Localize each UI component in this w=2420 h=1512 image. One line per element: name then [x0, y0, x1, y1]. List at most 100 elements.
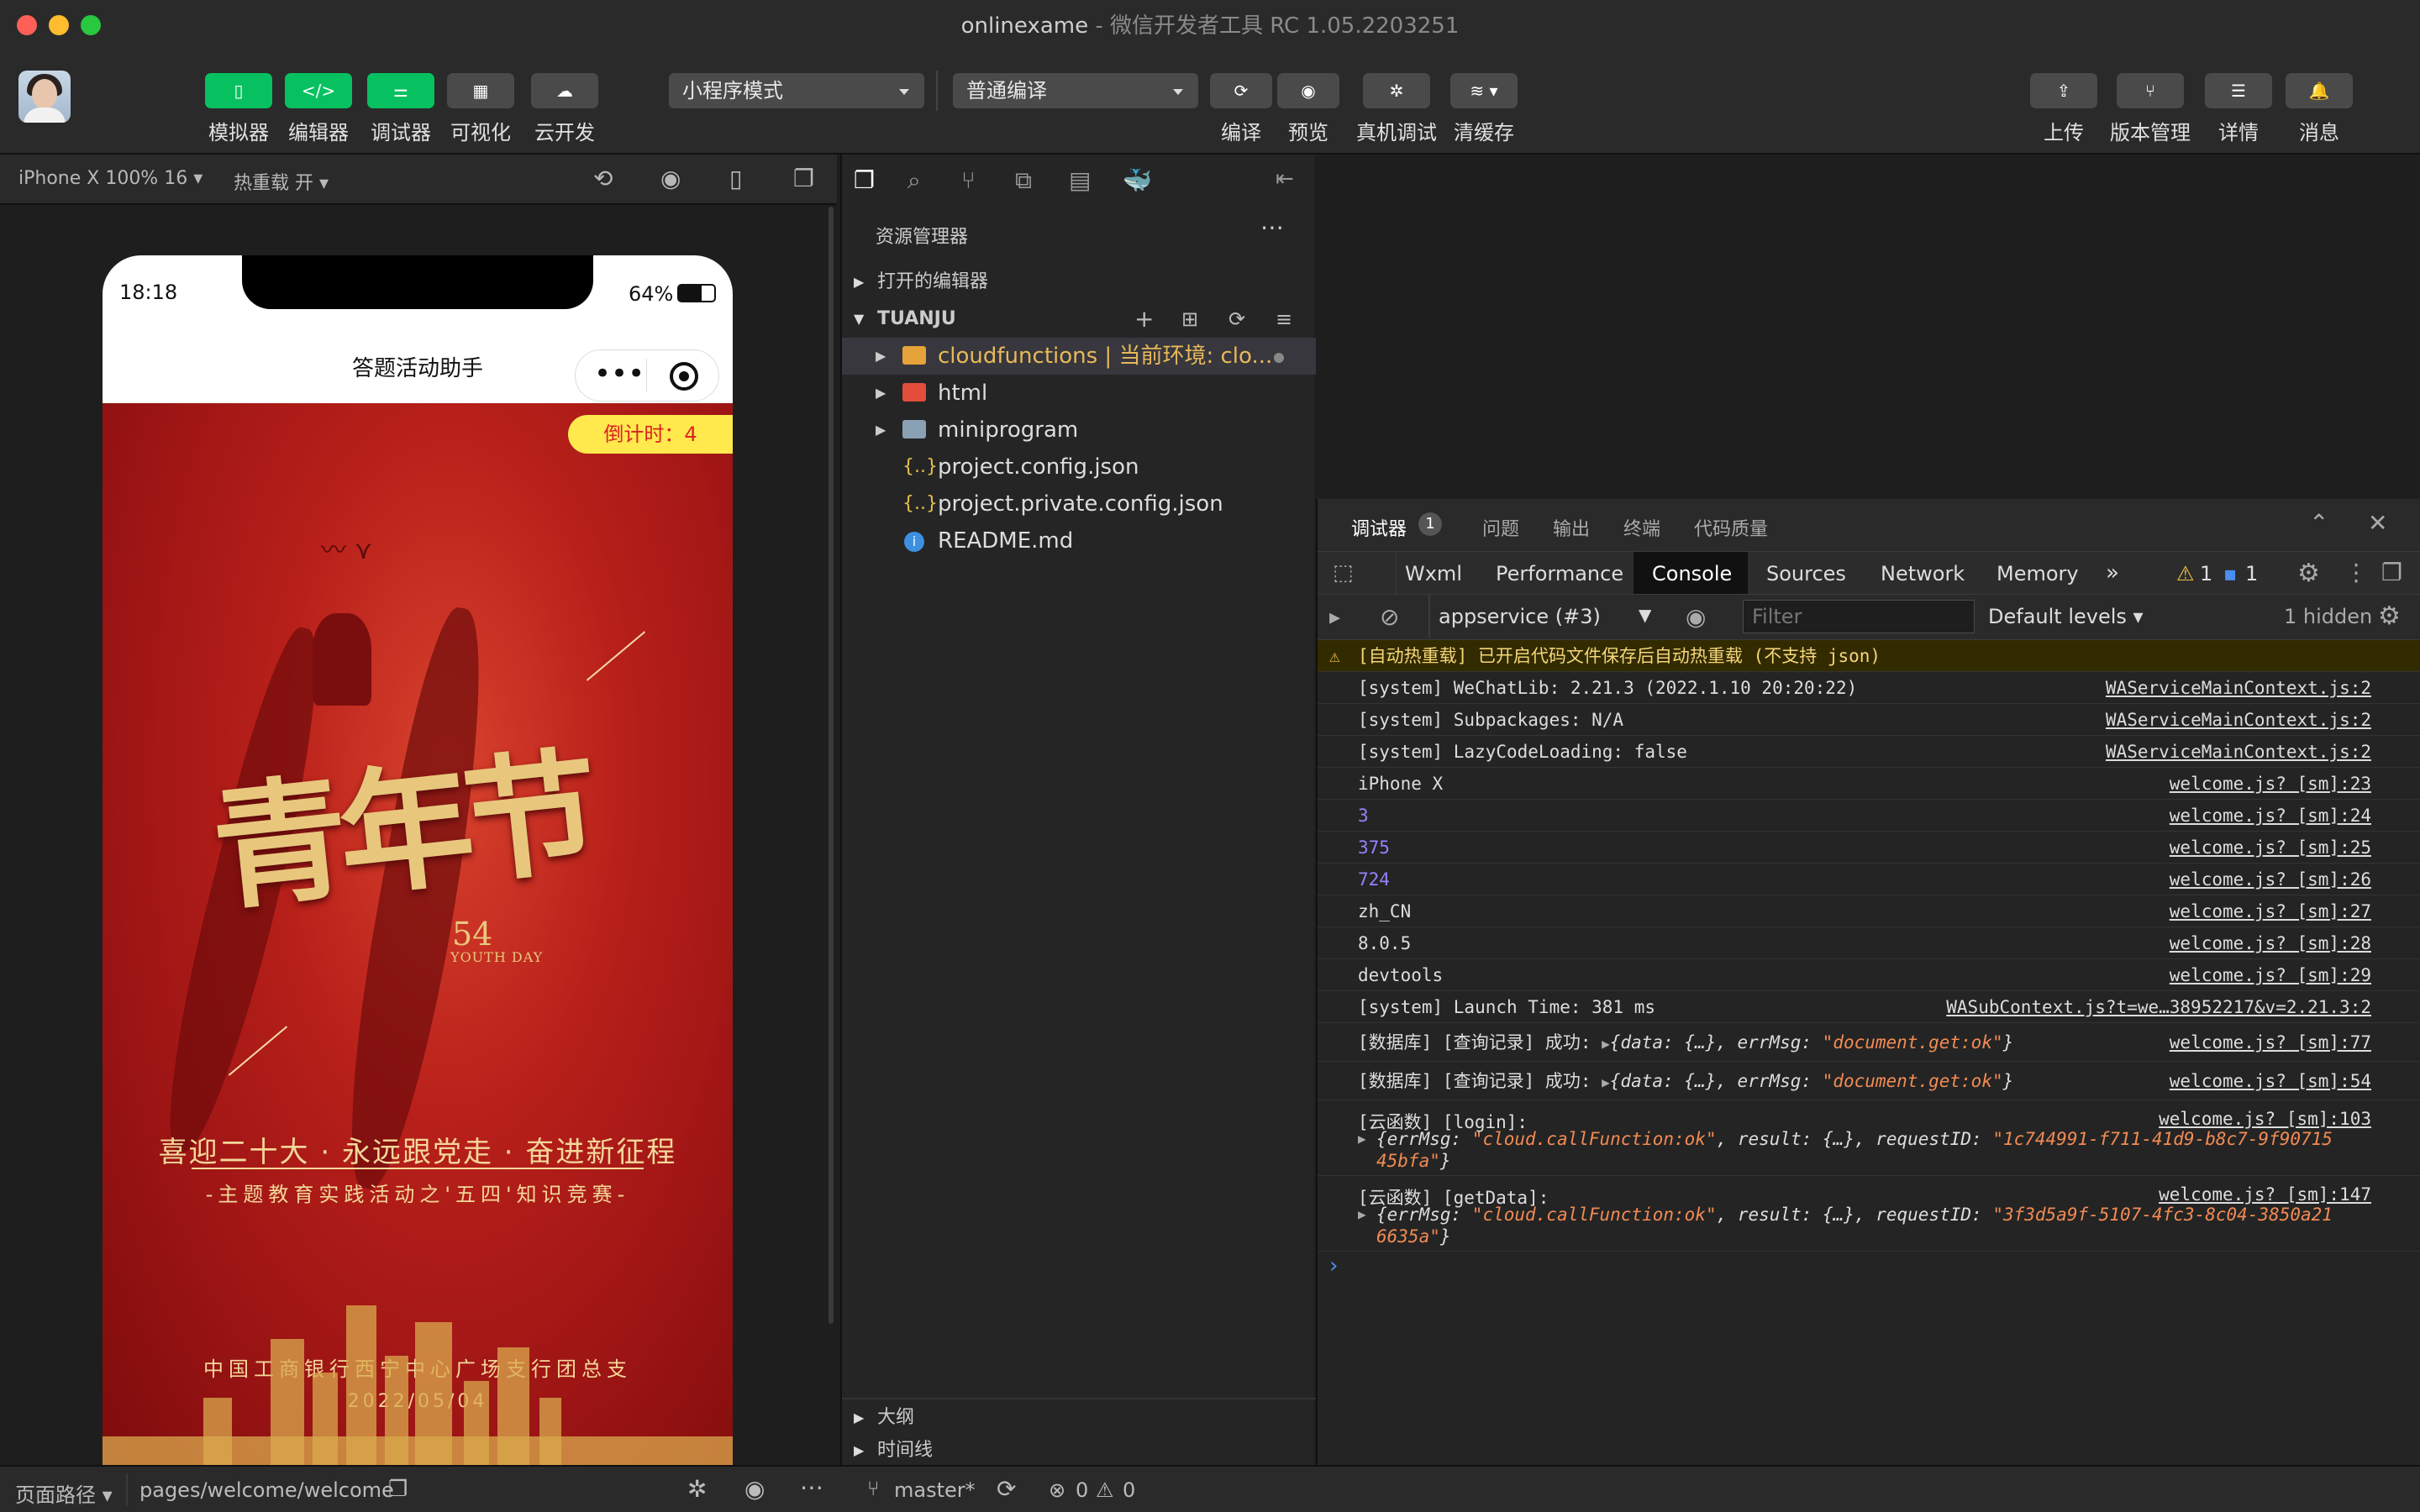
more-icon[interactable]: ⋯: [800, 1473, 823, 1501]
kebab-menu-icon[interactable]: ⋮: [2344, 559, 2368, 586]
details-button[interactable]: ☰: [2205, 73, 2272, 108]
console-prompt[interactable]: ›: [1329, 1253, 1338, 1278]
source-link[interactable]: WAServiceMainContext.js:2: [2106, 736, 2371, 768]
eye-icon[interactable]: ◉: [744, 1475, 765, 1503]
files-icon[interactable]: ❐: [854, 166, 875, 194]
extensions-icon[interactable]: ⧉: [1015, 166, 1032, 195]
source-link[interactable]: welcome.js? [sm]:24: [2170, 800, 2371, 832]
more-tabs-icon[interactable]: »: [2106, 560, 2119, 585]
copy-icon[interactable]: ❐: [388, 1477, 408, 1502]
tree-item-readme[interactable]: i README.md: [842, 522, 1316, 559]
collapse-sidebar-icon[interactable]: ⇤: [1276, 166, 1294, 192]
tab-problems[interactable]: 问题: [1482, 514, 1519, 541]
expand-triangle-icon[interactable]: ▶: [1358, 1131, 1366, 1147]
tree-item-cloudfunctions[interactable]: ▶ cloudfunctions | 当前环境: clo...: [842, 338, 1316, 375]
console-filter-input[interactable]: [1743, 600, 1975, 633]
tab-terminal[interactable]: 终端: [1623, 514, 1660, 541]
more-icon[interactable]: ⋯: [1260, 213, 1284, 241]
tree-item-html[interactable]: ▶ html: [842, 375, 1316, 412]
debugger-toggle-button[interactable]: ⚌: [367, 73, 434, 108]
source-link[interactable]: WAServiceMainContext.js:2: [2106, 672, 2371, 704]
sidebar-toggle-icon[interactable]: ▸: [1329, 605, 1340, 630]
tree-item-project-config[interactable]: {..} project.config.json: [842, 449, 1316, 486]
rotate-icon[interactable]: ⟲: [593, 165, 613, 192]
visual-toggle-button[interactable]: ▦: [447, 73, 514, 108]
tab-memory[interactable]: Memory: [1996, 562, 2079, 585]
expand-triangle-icon[interactable]: ▶: [1358, 1206, 1366, 1222]
tab-wxml[interactable]: Wxml: [1405, 562, 1462, 585]
close-mini-program-icon[interactable]: [670, 362, 698, 391]
tab-output[interactable]: 输出: [1553, 514, 1590, 541]
simulator-toggle-button[interactable]: ▯: [205, 73, 272, 108]
context-select[interactable]: appservice (#3): [1439, 605, 1601, 628]
open-editors-section[interactable]: ▶ 打开的编辑器: [842, 264, 1316, 301]
detach-window-icon[interactable]: ❐: [793, 165, 814, 192]
zoom-window-button[interactable]: [81, 15, 101, 35]
source-link[interactable]: welcome.js? [sm]:29: [2170, 959, 2371, 991]
refresh-icon[interactable]: ⟳: [1228, 301, 1245, 338]
sync-icon[interactable]: ⟳: [997, 1475, 1016, 1503]
source-link[interactable]: welcome.js? [sm]:147: [2159, 1184, 2371, 1205]
docker-icon[interactable]: 🐳: [1123, 166, 1152, 194]
error-count[interactable]: 0: [1076, 1478, 1088, 1502]
bug-icon[interactable]: ✲: [687, 1475, 707, 1503]
source-link[interactable]: welcome.js? [sm]:27: [2170, 895, 2371, 927]
gear-icon[interactable]: ⚙: [2297, 559, 2320, 588]
eye-icon[interactable]: ◉: [1686, 603, 1706, 631]
source-link[interactable]: welcome.js? [sm]:25: [2170, 832, 2371, 864]
source-link[interactable]: welcome.js? [sm]:26: [2170, 864, 2371, 895]
upload-button[interactable]: ⇪: [2030, 73, 2097, 108]
record-icon[interactable]: ◉: [660, 165, 681, 192]
source-link[interactable]: welcome.js? [sm]:103: [2159, 1109, 2371, 1129]
compile-select[interactable]: 普通编译: [953, 73, 1198, 108]
source-link[interactable]: WAServiceMainContext.js:2: [2106, 704, 2371, 736]
warning-count[interactable]: 0: [1123, 1478, 1135, 1502]
expand-triangle-icon[interactable]: ▶: [1602, 1074, 1610, 1090]
info-count[interactable]: 1: [2245, 562, 2258, 585]
tab-console[interactable]: Console: [1652, 562, 1732, 585]
user-avatar[interactable]: [18, 71, 71, 123]
clear-console-icon[interactable]: ⊘: [1380, 603, 1399, 631]
timeline-section[interactable]: ▶ 时间线: [842, 1436, 1316, 1465]
source-link[interactable]: welcome.js? [sm]:28: [2170, 927, 2371, 959]
search-icon[interactable]: ⌕: [908, 166, 921, 195]
tab-sources[interactable]: Sources: [1766, 562, 1846, 585]
mode-select[interactable]: 小程序模式: [669, 73, 924, 108]
remote-debug-button[interactable]: ✲: [1363, 73, 1430, 108]
messages-button[interactable]: 🔔: [2286, 73, 2353, 108]
new-folder-icon[interactable]: ⊞: [1181, 301, 1198, 338]
source-control-icon[interactable]: ⑂: [961, 166, 976, 194]
tab-debugger[interactable]: 调试器: [1351, 514, 1407, 541]
git-branch[interactable]: master*: [894, 1478, 976, 1502]
storage-icon[interactable]: ▤: [1069, 166, 1091, 194]
outline-section[interactable]: ▶ 大纲: [842, 1399, 1316, 1436]
source-link[interactable]: welcome.js? [sm]:23: [2170, 768, 2371, 800]
close-window-button[interactable]: [17, 15, 37, 35]
warning-count[interactable]: 1: [2200, 562, 2212, 585]
project-section[interactable]: ▼ TUANJU + ⊞ ⟳ ≡: [842, 301, 1316, 338]
console-settings-icon[interactable]: ⚙: [2378, 601, 2401, 631]
source-link[interactable]: WASubContext.js?t=we…38952217&v=2.21.3:2: [1946, 991, 2371, 1023]
tab-code-quality[interactable]: 代码质量: [1694, 514, 1768, 541]
capsule-button[interactable]: •••: [575, 349, 719, 402]
tree-item-project-private-config[interactable]: {..} project.private.config.json: [842, 486, 1316, 522]
tab-performance[interactable]: Performance: [1496, 562, 1623, 585]
page-path-select[interactable]: 页面路径 ▾: [15, 1478, 113, 1508]
source-link[interactable]: welcome.js? [sm]:77: [2170, 1023, 2371, 1062]
minimize-window-button[interactable]: [49, 15, 69, 35]
dock-icon[interactable]: ❐: [2381, 559, 2402, 586]
chevron-up-icon[interactable]: ⌃: [2309, 509, 2328, 537]
log-levels-select[interactable]: Default levels ▾: [1988, 605, 2144, 628]
source-link[interactable]: welcome.js? [sm]:54: [2170, 1062, 2371, 1100]
compile-button[interactable]: ⟳: [1210, 73, 1272, 108]
hot-reload-select[interactable]: 热重载 开 ▾: [234, 168, 329, 195]
new-file-icon[interactable]: +: [1134, 301, 1154, 338]
preview-button[interactable]: ◉: [1277, 73, 1339, 108]
more-dots-icon[interactable]: •••: [594, 357, 644, 391]
collapse-all-icon[interactable]: ≡: [1276, 301, 1292, 338]
tab-network[interactable]: Network: [1881, 562, 1965, 585]
simulator-scrollbar[interactable]: [829, 207, 834, 1324]
clear-cache-button[interactable]: ≋ ▾: [1450, 73, 1518, 108]
device-select[interactable]: iPhone X 100% 16 ▾: [18, 168, 203, 189]
expand-triangle-icon[interactable]: ▶: [1602, 1036, 1610, 1052]
